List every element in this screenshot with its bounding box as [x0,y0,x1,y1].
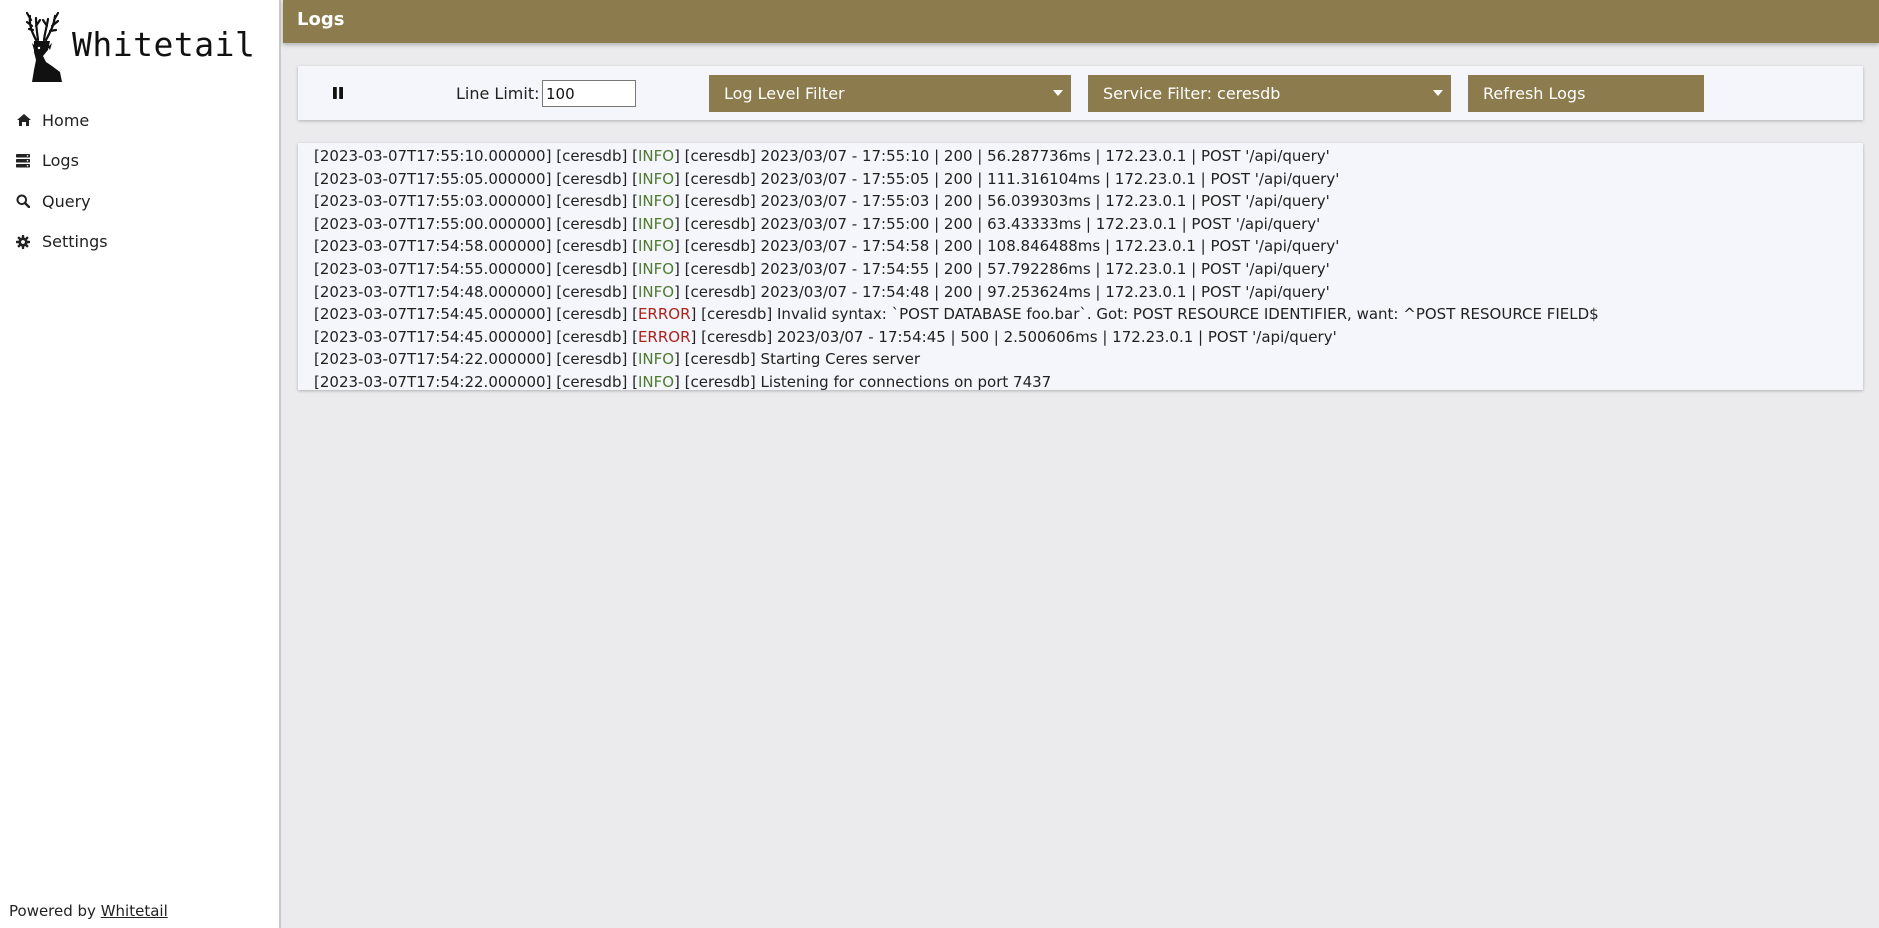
log-message: [ceresdb] 2023/03/07 - 17:54:45 | 500 | … [701,327,1337,346]
log-level: INFO [637,214,675,233]
pause-button[interactable] [328,83,348,103]
sidebar-nav: Home Logs Query Settings [0,100,279,262]
caret-down-icon [1433,90,1443,96]
sidebar-item-label: Settings [42,232,108,252]
log-message: [ceresdb] 2023/03/07 - 17:54:48 | 200 | … [684,282,1330,301]
log-service: [ceresdb] [556,327,628,346]
log-level: INFO [637,372,675,390]
log-message: [ceresdb] 2023/03/07 - 17:55:05 | 200 | … [684,169,1340,188]
log-line: [2023-03-07T17:54:45.000000] [ceresdb] [… [314,305,1599,324]
log-level: ERROR [637,327,691,346]
log-timestamp: [2023-03-07T17:55:10.000000] [314,147,552,165]
log-timestamp: [2023-03-07T17:54:22.000000] [314,350,552,369]
log-level: INFO [637,259,675,278]
log-service: [ceresdb] [556,259,628,278]
log-service: [ceresdb] [556,214,628,233]
log-line: [2023-03-07T17:54:55.000000] [ceresdb] [… [314,259,1330,278]
log-level: INFO [637,282,675,301]
log-line: [2023-03-07T17:54:22.000000] [ceresdb] [… [314,372,1052,390]
refresh-logs-label: Refresh Logs [1483,84,1586,103]
sidebar-item-label: Home [42,110,90,130]
page-title: Logs [297,9,345,30]
refresh-logs-button[interactable]: Refresh Logs [1468,75,1704,112]
line-limit-input[interactable] [542,80,636,107]
sidebar-item-label: Logs [42,151,79,171]
log-line: [2023-03-07T17:54:58.000000] [ceresdb] [… [314,237,1340,256]
page-header: Logs [283,0,1879,43]
sidebar-item-query[interactable]: Query [0,181,279,222]
log-service: [ceresdb] [556,147,628,165]
log-timestamp: [2023-03-07T17:55:03.000000] [314,192,552,211]
log-level: ERROR [637,305,691,324]
log-service: [ceresdb] [556,169,628,188]
pause-icon [333,87,343,99]
log-service: [ceresdb] [556,237,628,256]
log-line: [2023-03-07T17:54:22.000000] [ceresdb] [… [314,350,920,369]
log-level: INFO [637,147,675,165]
log-message: [ceresdb] 2023/03/07 - 17:55:00 | 200 | … [684,214,1321,233]
log-message: [ceresdb] 2023/03/07 - 17:54:55 | 200 | … [684,259,1330,278]
service-filter-label: Service Filter: ceresdb [1103,84,1281,103]
log-timestamp: [2023-03-07T17:55:00.000000] [314,214,552,233]
app-name: Whitetail [72,24,256,64]
logs-icon [16,153,42,168]
log-message: [ceresdb] Starting Ceres server [684,350,920,369]
service-filter-dropdown[interactable]: Service Filter: ceresdb [1088,75,1451,112]
log-line: [2023-03-07T17:55:10.000000] [ceresdb] [… [314,147,1330,165]
log-service: [ceresdb] [556,350,628,369]
caret-down-icon [1053,90,1063,96]
log-message: [ceresdb] 2023/03/07 - 17:54:58 | 200 | … [684,237,1340,256]
log-message: [ceresdb] 2023/03/07 - 17:55:03 | 200 | … [684,192,1330,211]
powered-by-footer: Powered by Whitetail [9,902,168,920]
home-icon [16,113,42,127]
logo[interactable]: Whitetail [26,10,255,84]
sidebar-item-logs[interactable]: Logs [0,141,279,182]
powered-by-link[interactable]: Whitetail [101,902,168,920]
log-level: INFO [637,237,675,256]
log-timestamp: [2023-03-07T17:54:58.000000] [314,237,552,256]
log-level: INFO [637,169,675,188]
log-service: [ceresdb] [556,192,628,211]
log-line: [2023-03-07T17:54:48.000000] [ceresdb] [… [314,282,1330,301]
log-line: [2023-03-07T17:55:03.000000] [ceresdb] [… [314,192,1330,211]
log-line: [2023-03-07T17:55:00.000000] [ceresdb] [… [314,214,1321,233]
log-timestamp: [2023-03-07T17:55:05.000000] [314,169,552,188]
search-icon [16,194,42,209]
log-level-filter-dropdown[interactable]: Log Level Filter [709,75,1071,112]
sidebar-item-settings[interactable]: Settings [0,222,279,263]
log-level: INFO [637,350,675,369]
log-timestamp: [2023-03-07T17:54:22.000000] [314,372,552,390]
log-timestamp: [2023-03-07T17:54:45.000000] [314,327,552,346]
log-message: [ceresdb] 2023/03/07 - 17:55:10 | 200 | … [684,147,1330,165]
log-message: [ceresdb] Listening for connections on p… [684,372,1052,390]
log-service: [ceresdb] [556,305,628,324]
log-timestamp: [2023-03-07T17:54:48.000000] [314,282,552,301]
log-timestamp: [2023-03-07T17:54:45.000000] [314,305,552,324]
log-timestamp: [2023-03-07T17:54:55.000000] [314,259,552,278]
log-line: [2023-03-07T17:55:05.000000] [ceresdb] [… [314,169,1340,188]
sidebar: Whitetail Home Logs Query Settings Power… [0,0,281,928]
log-service: [ceresdb] [556,372,628,390]
log-output: [2023-03-07T17:55:10.000000] [ceresdb] [… [298,143,1863,390]
log-message: [ceresdb] Invalid syntax: `POST DATABASE… [701,305,1599,324]
log-level-filter-label: Log Level Filter [724,84,845,103]
logs-toolbar: Line Limit: Log Level Filter Service Fil… [298,66,1863,120]
sidebar-item-label: Query [42,191,91,211]
sidebar-item-home[interactable]: Home [0,100,279,141]
log-line: [2023-03-07T17:54:45.000000] [ceresdb] [… [314,327,1337,346]
log-level: INFO [637,192,675,211]
line-limit-label: Line Limit: [456,84,540,103]
log-service: [ceresdb] [556,282,628,301]
gear-icon [16,234,42,249]
powered-by-text: Powered by [9,902,101,920]
deer-logo-icon [26,11,62,82]
